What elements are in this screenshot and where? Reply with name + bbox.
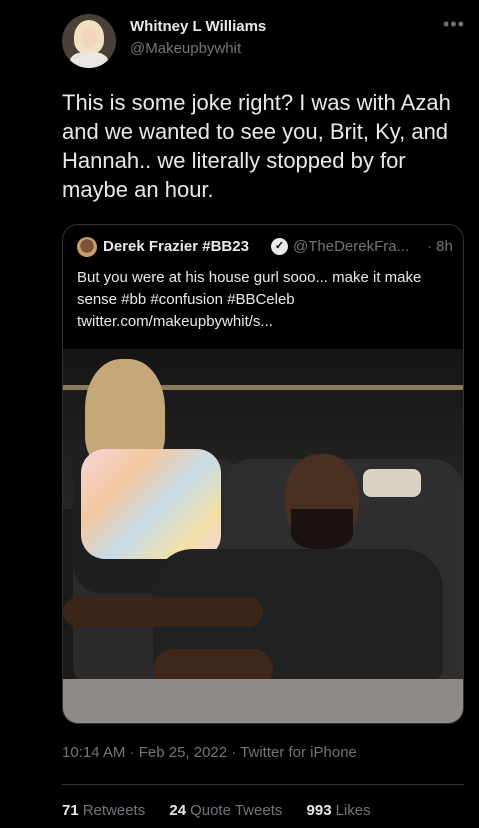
quote-author-handle[interactable]: @TheDerekFra...	[293, 238, 409, 255]
quote-tweets-label: Quote Tweets	[190, 802, 283, 819]
avatar[interactable]	[62, 14, 116, 68]
photo-man-beard	[291, 509, 353, 549]
quote-text: But you were at his house gurl sooo... m…	[77, 269, 422, 330]
quote-tweets-stat[interactable]: 24 Quote Tweets	[169, 802, 282, 819]
retweets-stat[interactable]: 71 Retweets	[62, 802, 145, 819]
retweets-count: 71	[62, 802, 79, 819]
quote-time: · 8h	[427, 238, 453, 255]
author-name[interactable]: Whitney L Williams	[130, 18, 266, 35]
likes-count: 993	[306, 802, 332, 819]
quote-header: Derek Frazier #BB23 ✓ @TheDerekFra... · …	[77, 237, 457, 257]
tweet-stats: 71 Retweets 24 Quote Tweets 993 Likes	[62, 802, 391, 819]
likes-label: Likes	[335, 802, 371, 819]
photo-pillow	[363, 469, 421, 497]
author-handle[interactable]: @Makeupbywhit	[130, 40, 241, 57]
tweet-header: Whitney L Williams @Makeupbywhit •••	[0, 0, 479, 80]
photo-man-arm	[63, 597, 263, 627]
divider	[62, 784, 464, 785]
verified-badge-icon: ✓	[271, 238, 288, 255]
quote-tweets-count: 24	[169, 802, 187, 819]
likes-stat[interactable]: 993 Likes	[307, 802, 371, 819]
retweets-label: Retweets	[82, 802, 146, 819]
quote-avatar[interactable]	[77, 237, 97, 257]
photo-laptop	[63, 679, 463, 723]
avatar-body	[70, 52, 108, 68]
photo-blanket	[81, 449, 221, 559]
quote-photo[interactable]	[63, 349, 463, 723]
quote-author-name[interactable]: Derek Frazier #BB23	[103, 238, 249, 255]
more-options-icon[interactable]: •••	[443, 14, 465, 35]
quoted-tweet[interactable]: Derek Frazier #BB23 ✓ @TheDerekFra... · …	[62, 224, 464, 724]
tweet-timestamp[interactable]: 10:14 AM · Feb 25, 2022 · Twitter for iP…	[62, 744, 357, 761]
tweet-text: This is some joke right? I was with Azah…	[62, 90, 451, 202]
avatar-face	[81, 28, 97, 48]
